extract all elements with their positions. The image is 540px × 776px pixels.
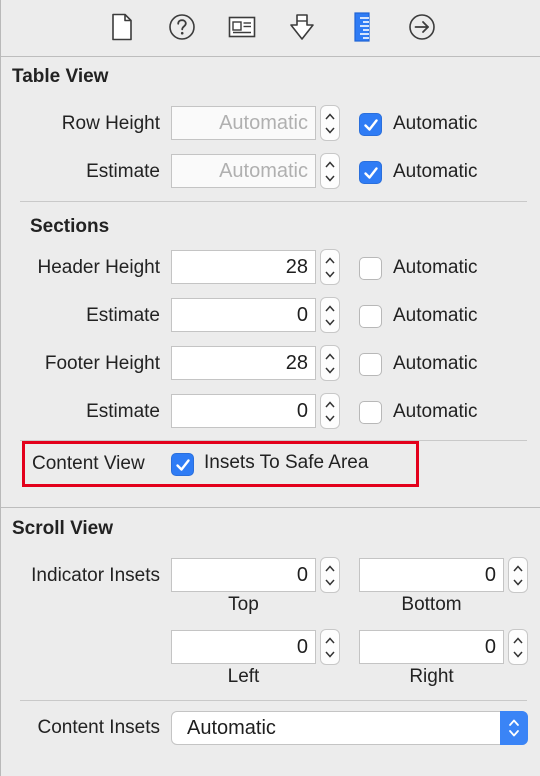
footer-height-automatic-label: Automatic: [393, 353, 478, 374]
section-divider: [20, 201, 527, 202]
file-icon[interactable]: [107, 12, 137, 42]
stepper-up-icon[interactable]: [513, 561, 523, 575]
connections-icon[interactable]: [407, 12, 437, 42]
footer-height-automatic-checkbox[interactable]: [359, 353, 382, 376]
footer-estimate-stepper[interactable]: [320, 393, 340, 429]
inset-left-stepper[interactable]: [320, 629, 340, 665]
identity-icon[interactable]: [227, 12, 257, 42]
insets-to-safe-area-label: Insets To Safe Area: [204, 452, 369, 473]
estimate-automatic-label: Automatic: [393, 161, 478, 182]
stepper-down-icon[interactable]: [325, 411, 335, 425]
header-estimate-field[interactable]: 0: [171, 298, 316, 332]
footer-estimate-label: Estimate: [86, 401, 160, 422]
estimate-automatic-checkbox[interactable]: [359, 161, 382, 184]
stepper-up-icon[interactable]: [325, 109, 335, 123]
inset-right-label: Right: [409, 666, 454, 687]
checkmark-icon: [364, 119, 378, 131]
stepper-up-icon[interactable]: [325, 561, 335, 575]
inset-top-field[interactable]: 0: [171, 558, 316, 592]
inset-right-field[interactable]: 0: [359, 630, 504, 664]
footer-estimate-automatic-label: Automatic: [393, 401, 478, 422]
indicator-insets-label: Indicator Insets: [31, 565, 160, 586]
header-height-label: Header Height: [37, 257, 160, 278]
row-height-stepper[interactable]: [320, 105, 340, 141]
row-height-field[interactable]: Automatic: [171, 106, 316, 140]
stepper-up-icon[interactable]: [325, 349, 335, 363]
stepper-down-icon[interactable]: [325, 123, 335, 137]
inset-left-field[interactable]: 0: [171, 630, 316, 664]
estimate-field[interactable]: Automatic: [171, 154, 316, 188]
stepper-down-icon[interactable]: [325, 363, 335, 377]
stepper-down-icon[interactable]: [325, 315, 335, 329]
stepper-up-icon[interactable]: [325, 633, 335, 647]
content-insets-value: Automatic: [187, 717, 276, 739]
stepper-down-icon[interactable]: [513, 575, 523, 589]
stepper-up-icon[interactable]: [325, 301, 335, 315]
header-estimate-automatic-checkbox[interactable]: [359, 305, 382, 328]
stepper-down-icon[interactable]: [325, 647, 335, 661]
inset-top-stepper[interactable]: [320, 557, 340, 593]
header-height-automatic-label: Automatic: [393, 257, 478, 278]
sections-title: Sections: [30, 216, 110, 237]
stepper-up-icon[interactable]: [325, 397, 335, 411]
inset-left-label: Left: [227, 666, 260, 687]
header-estimate-automatic-label: Automatic: [393, 305, 478, 326]
footer-height-stepper[interactable]: [320, 345, 340, 381]
stepper-down-icon[interactable]: [325, 267, 335, 281]
size-ruler-icon[interactable]: [347, 12, 377, 42]
content-insets-popup[interactable]: Automatic: [171, 711, 528, 745]
checkmark-icon: [176, 459, 190, 471]
stepper-up-icon[interactable]: [325, 253, 335, 267]
inspector-tab-bar: [1, 0, 540, 54]
group-divider: [1, 507, 540, 508]
footer-height-field[interactable]: 28: [171, 346, 316, 380]
footer-height-label: Footer Height: [44, 353, 160, 374]
header-estimate-label: Estimate: [86, 305, 160, 326]
insets-to-safe-area-checkbox[interactable]: [171, 453, 194, 476]
row-height-label: Row Height: [61, 113, 160, 134]
header-height-stepper[interactable]: [320, 249, 340, 285]
scroll-view-title: Scroll View: [12, 518, 114, 539]
table-view-title: Table View: [12, 66, 109, 87]
checkmark-icon: [364, 167, 378, 179]
stepper-up-icon[interactable]: [325, 157, 335, 171]
popup-arrows-icon[interactable]: [500, 711, 528, 745]
inset-bottom-stepper[interactable]: [508, 557, 528, 593]
inset-right-stepper[interactable]: [508, 629, 528, 665]
row-height-automatic-label: Automatic: [393, 113, 478, 134]
estimate-stepper[interactable]: [320, 153, 340, 189]
inset-top-label: Top: [228, 594, 259, 615]
inset-bottom-field[interactable]: 0: [359, 558, 504, 592]
estimate-label: Estimate: [86, 161, 160, 182]
header-estimate-stepper[interactable]: [320, 297, 340, 333]
stepper-down-icon[interactable]: [325, 171, 335, 185]
header-height-field[interactable]: 28: [171, 250, 316, 284]
section-divider: [20, 700, 527, 701]
row-height-automatic-checkbox[interactable]: [359, 113, 382, 136]
content-view-label: Content View: [32, 453, 145, 474]
stepper-down-icon[interactable]: [513, 647, 523, 661]
stepper-down-icon[interactable]: [325, 575, 335, 589]
stepper-up-icon[interactable]: [513, 633, 523, 647]
content-insets-label: Content Insets: [37, 717, 160, 738]
footer-estimate-automatic-checkbox[interactable]: [359, 401, 382, 424]
header-height-automatic-checkbox[interactable]: [359, 257, 382, 280]
attributes-icon[interactable]: [287, 12, 317, 42]
help-icon[interactable]: [167, 12, 197, 42]
tabbar-divider: [1, 56, 540, 57]
footer-estimate-field[interactable]: 0: [171, 394, 316, 428]
inset-bottom-label: Bottom: [401, 594, 462, 615]
panel-left-border: [0, 0, 1, 776]
